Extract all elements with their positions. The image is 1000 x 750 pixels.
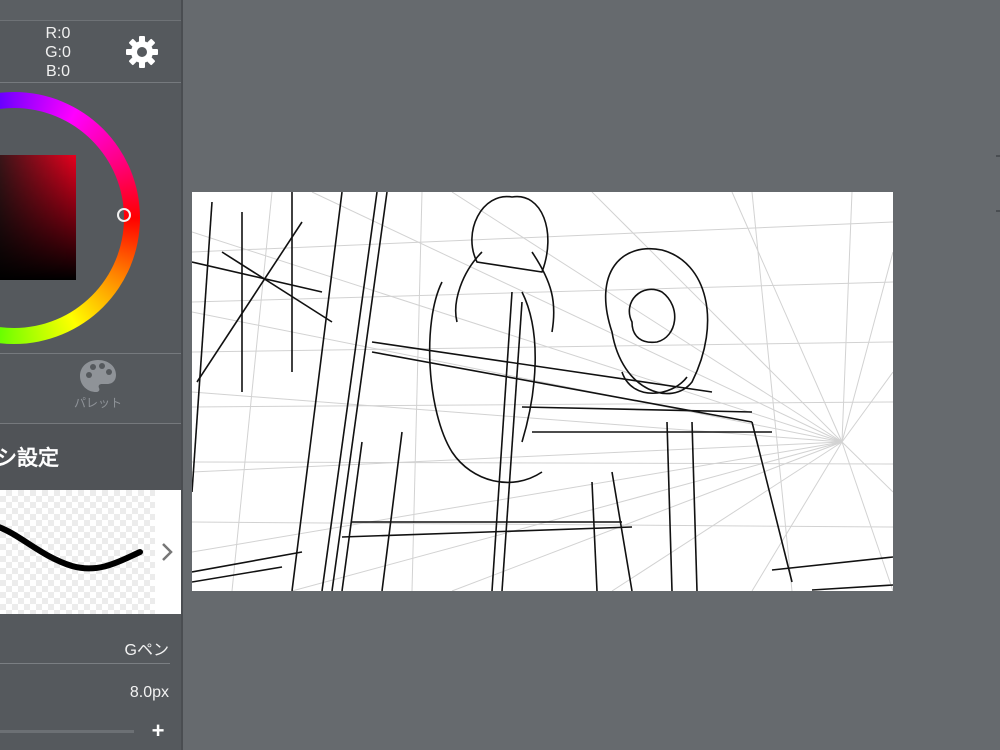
drawing-canvas[interactable] <box>192 192 893 591</box>
settings-button[interactable] <box>124 34 160 70</box>
brush-name[interactable]: Gペン <box>125 636 169 660</box>
palette-label: パレット <box>73 396 122 410</box>
brush-settings-header: シ設定 <box>0 423 181 490</box>
hue-knob[interactable] <box>117 208 131 222</box>
brush-size-value: 8.0px <box>129 684 169 701</box>
green-value: G:0 <box>45 44 71 61</box>
palette-icon <box>80 360 116 392</box>
brush-settings-title: シ設定 <box>0 447 59 470</box>
divider <box>0 353 181 354</box>
palette-button[interactable]: パレット <box>66 358 130 420</box>
sketch-artwork <box>192 192 893 591</box>
edge-tick <box>996 210 1000 212</box>
blue-value: B:0 <box>45 63 70 80</box>
brush-stroke-preview[interactable] <box>0 490 155 614</box>
panel-top-strip <box>0 0 181 21</box>
edge-tick <box>996 155 1000 157</box>
red-value: R:0 <box>45 25 71 42</box>
brush-next-button[interactable] <box>155 490 181 614</box>
color-wheel[interactable] <box>0 84 181 352</box>
panel-divider <box>181 0 183 750</box>
chevron-right-icon <box>162 543 173 561</box>
increase-size-button[interactable]: + <box>148 720 168 742</box>
gear-icon <box>126 36 158 68</box>
stroke-sample <box>0 524 143 572</box>
rgb-readout: R:0 G:0 B:0 <box>38 24 78 81</box>
divider <box>0 82 181 83</box>
brush-size-slider[interactable] <box>0 730 134 733</box>
perspective-guides <box>192 192 893 591</box>
saturation-value-square[interactable] <box>0 155 76 280</box>
color-brush-panel: R:0 G:0 B:0 パレット シ設定 Gペン 8.0px + <box>0 0 181 750</box>
divider <box>0 663 170 664</box>
